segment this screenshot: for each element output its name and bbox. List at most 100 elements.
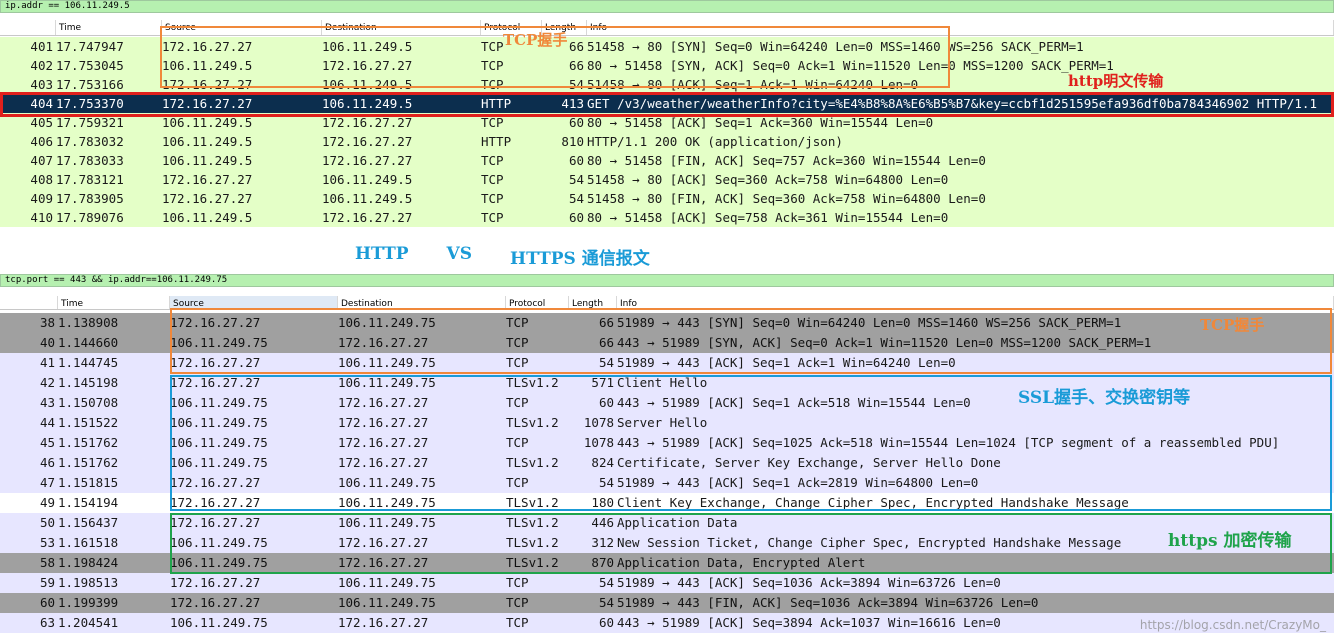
packet-info: 80 → 51458 [ACK] Seq=758 Ack=361 Win=155…: [587, 210, 949, 225]
packet-length: 824: [591, 455, 614, 470]
packet-length: 54: [598, 475, 614, 490]
packet-no: 403: [30, 77, 53, 92]
packet-row[interactable]: 406 17.783032 106.11.249.5 172.16.27.27 HTTP…: [0, 132, 1334, 151]
packet-row[interactable]: 63 1.204541 106.11.249.75 172.16.27.27 TCP 60…: [0, 613, 1334, 633]
packet-destination: 172.16.27.27: [322, 58, 413, 73]
packet-destination: 172.16.27.27: [338, 455, 429, 470]
packet-no: 49: [39, 495, 55, 510]
col-source[interactable]: Source: [162, 20, 322, 35]
packet-row[interactable]: 60 1.199399 172.16.27.27 106.11.249.75 TCP 54…: [0, 593, 1334, 613]
packet-row[interactable]: 401 17.747947 172.16.27.27 106.11.249.5 TCP 6…: [0, 37, 1334, 56]
packet-time: 1.151815: [58, 475, 119, 490]
packet-row[interactable]: 40 1.144660 106.11.249.75 172.16.27.27 TCP 66…: [0, 333, 1334, 353]
packet-source: 106.11.249.5: [162, 153, 253, 168]
packet-row[interactable]: 410 17.789076 106.11.249.5 172.16.27.27 TCP 6…: [0, 208, 1334, 227]
packet-no: 407: [30, 153, 53, 168]
packet-protocol: TLSv1.2: [506, 535, 559, 550]
packet-row[interactable]: 44 1.151522 106.11.249.75 172.16.27.27 TLSv1…: [0, 413, 1334, 433]
packet-info: 80 → 51458 [FIN, ACK] Seq=757 Ack=360 Wi…: [587, 153, 986, 168]
packet-length: 54: [598, 595, 614, 610]
packet-row[interactable]: 407 17.783033 106.11.249.5 172.16.27.27 TCP 6…: [0, 151, 1334, 170]
packet-source: 172.16.27.27: [162, 191, 253, 206]
col-length[interactable]: Length: [569, 296, 617, 309]
packet-source: 172.16.27.27: [162, 96, 253, 111]
display-filter-http[interactable]: ip.addr == 106.11.249.5: [0, 0, 1334, 13]
packet-destination: 106.11.249.75: [338, 595, 436, 610]
packet-destination: 106.11.249.75: [338, 515, 436, 530]
packet-row[interactable]: 408 17.783121 172.16.27.27 106.11.249.5 TCP 5…: [0, 170, 1334, 189]
packet-protocol: TLSv1.2: [506, 455, 559, 470]
packet-source: 106.11.249.75: [170, 335, 268, 350]
packet-time: 1.199399: [58, 595, 119, 610]
packet-destination: 172.16.27.27: [338, 415, 429, 430]
packet-no: 42: [39, 375, 55, 390]
packet-row[interactable]: 41 1.144745 172.16.27.27 106.11.249.75 TCP 54…: [0, 353, 1334, 373]
packet-row[interactable]: 45 1.151762 106.11.249.75 172.16.27.27 TCP 10…: [0, 433, 1334, 453]
packet-time: 1.198424: [58, 555, 119, 570]
packet-row[interactable]: 59 1.198513 172.16.27.27 106.11.249.75 TCP 54…: [0, 573, 1334, 593]
packet-length: 446: [591, 515, 614, 530]
packet-destination: 172.16.27.27: [322, 115, 413, 130]
col-time[interactable]: Time: [58, 296, 170, 309]
packet-destination: 106.11.249.75: [338, 315, 436, 330]
packet-row[interactable]: 404 17.753370 172.16.27.27 106.11.249.5 HTTP…: [0, 94, 1334, 113]
packet-protocol: HTTP: [481, 96, 512, 111]
comparison-https: HTTPS 通信报文: [510, 249, 650, 269]
packet-row[interactable]: 47 1.151815 172.16.27.27 106.11.249.75 TCP 54…: [0, 473, 1334, 493]
packet-time: 17.759321: [56, 115, 124, 130]
packet-no: 43: [39, 395, 55, 410]
packet-row[interactable]: 38 1.138908 172.16.27.27 106.11.249.75 TCP 66…: [0, 313, 1334, 333]
packet-row[interactable]: 58 1.198424 106.11.249.75 172.16.27.27 TLSv1…: [0, 553, 1334, 573]
packet-no: 402: [30, 58, 53, 73]
col-no[interactable]: [0, 20, 56, 35]
packet-row[interactable]: 50 1.156437 172.16.27.27 106.11.249.75 TLSv1…: [0, 513, 1334, 533]
packet-row[interactable]: 409 17.783905 172.16.27.27 106.11.249.5 TCP 5…: [0, 189, 1334, 208]
packet-info: 51458 → 80 [ACK] Seq=1 Ack=1 Win=64240 L…: [587, 77, 919, 92]
packet-protocol: TCP: [506, 315, 529, 330]
packet-row[interactable]: 49 1.154194 172.16.27.27 106.11.249.75 TLSv1…: [0, 493, 1334, 513]
ssl-handshake-label: SSL握手、交换密钥等: [1018, 388, 1191, 408]
packet-row[interactable]: 405 17.759321 106.11.249.5 172.16.27.27 TCP 6…: [0, 113, 1334, 132]
packet-protocol: HTTP: [481, 134, 512, 149]
col-destination[interactable]: Destination: [322, 20, 481, 35]
packet-destination: 172.16.27.27: [322, 153, 413, 168]
col-info[interactable]: Info: [617, 296, 1334, 309]
comparison-title: HTTP VS HTTPS 通信报文: [355, 244, 650, 269]
col-protocol[interactable]: Protocol: [506, 296, 569, 309]
packet-source: 172.16.27.27: [170, 595, 261, 610]
packet-protocol: TCP: [506, 395, 529, 410]
packet-info: 443 → 51989 [ACK] Seq=1025 Ack=518 Win=1…: [617, 435, 1280, 450]
packet-length: 66: [598, 335, 614, 350]
packet-length: 60: [568, 153, 584, 168]
col-destination[interactable]: Destination: [338, 296, 506, 309]
packet-protocol: TLSv1.2: [506, 415, 559, 430]
packet-no: 409: [30, 191, 53, 206]
packet-list-https: 38 1.138908 172.16.27.27 106.11.249.75 TCP 66…: [0, 313, 1334, 633]
packet-time: 1.156437: [58, 515, 119, 530]
packet-length: 54: [598, 575, 614, 590]
packet-time: 17.783032: [56, 134, 124, 149]
packet-protocol: TLSv1.2: [506, 555, 559, 570]
packet-length: 312: [591, 535, 614, 550]
packet-length: 60: [568, 115, 584, 130]
packet-destination: 106.11.249.5: [322, 172, 413, 187]
packet-no: 401: [30, 39, 53, 54]
tcp-handshake-label-http: TCP握手: [503, 31, 568, 49]
packet-destination: 172.16.27.27: [322, 134, 413, 149]
packet-no: 45: [39, 435, 55, 450]
col-info[interactable]: Info: [587, 20, 1334, 35]
packet-list-http: 401 17.747947 172.16.27.27 106.11.249.5 TCP 6…: [0, 37, 1334, 227]
col-source[interactable]: Source: [170, 296, 338, 309]
packet-row[interactable]: 53 1.161518 106.11.249.75 172.16.27.27 TLSv1…: [0, 533, 1334, 553]
packet-info: 80 → 51458 [SYN, ACK] Seq=0 Ack=1 Win=11…: [587, 58, 1114, 73]
packet-info: GET /v3/weather/weatherInfo?city=%E4%B8%…: [587, 96, 1317, 111]
col-time[interactable]: Time: [56, 20, 162, 35]
packet-info: 51458 → 80 [ACK] Seq=360 Ack=758 Win=648…: [587, 172, 949, 187]
col-no[interactable]: [0, 296, 58, 309]
watermark: https://blog.csdn.net/CrazyMo_: [1139, 618, 1326, 632]
packet-time: 1.151762: [58, 455, 119, 470]
display-filter-https[interactable]: tcp.port == 443 && ip.addr==106.11.249.7…: [0, 274, 1334, 287]
packet-info: Application Data, Encrypted Alert: [617, 555, 866, 570]
packet-destination: 172.16.27.27: [338, 555, 429, 570]
packet-row[interactable]: 46 1.151762 106.11.249.75 172.16.27.27 TLSv1…: [0, 453, 1334, 473]
